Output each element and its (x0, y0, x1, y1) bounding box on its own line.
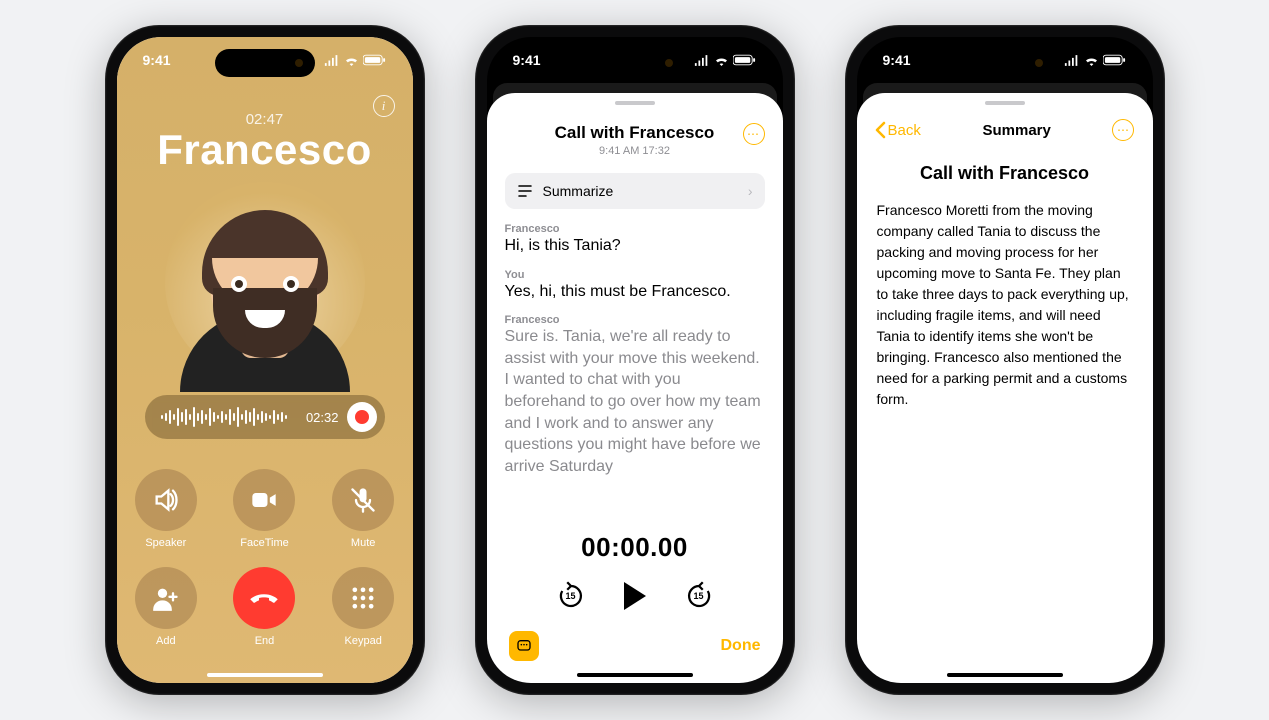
done-button[interactable]: Done (721, 637, 761, 655)
keypad-icon (349, 584, 377, 612)
add-person-icon (152, 584, 180, 612)
add-label: Add (156, 635, 176, 647)
keypad-button[interactable] (332, 567, 394, 629)
summary-title: Call with Francesco (875, 163, 1135, 184)
transcript-speaker: Francesco (505, 223, 765, 235)
audio-player: 00:00.00 15 15 (505, 532, 765, 617)
back-button[interactable]: Back (875, 121, 921, 139)
speaker-icon (152, 486, 180, 514)
status-time: 9:41 (513, 52, 541, 68)
transcript-text: Hi, is this Tania? (505, 235, 765, 257)
summarize-icon (517, 184, 533, 198)
facetime-button[interactable] (233, 469, 295, 531)
more-button[interactable]: ⋯ (1112, 119, 1134, 141)
transcript-speaker: Francesco (505, 314, 765, 326)
transcript-body[interactable]: FrancescoHi, is this Tania?YouYes, hi, t… (505, 223, 765, 489)
info-icon[interactable]: i (373, 95, 395, 117)
status-indicators (1064, 54, 1127, 66)
device-summary: 9:41 Back Summary ⋯ Call with Francesco … (845, 25, 1165, 695)
mute-button[interactable] (332, 469, 394, 531)
transcript-segment: YouYes, hi, this must be Francesco. (505, 269, 765, 303)
home-indicator[interactable] (577, 673, 693, 677)
transcript-sheet: Call with Francesco 9:41 AM 17:32 ⋯ Summ… (487, 93, 783, 683)
transcript-quote-button[interactable] (509, 631, 539, 661)
end-call-button[interactable] (233, 567, 295, 629)
video-icon (250, 486, 278, 514)
skip-forward-button[interactable]: 15 (684, 581, 714, 611)
transcript-segment: FrancescoSure is. Tania, we're all ready… (505, 314, 765, 477)
status-indicators (694, 54, 757, 66)
record-stop-button[interactable] (347, 402, 377, 432)
status-indicators (324, 54, 387, 66)
end-label: End (255, 635, 275, 647)
device-transcript: 9:41 Call with Francesco 9:41 AM 17:32 ⋯ (475, 25, 795, 695)
summarize-label: Summarize (543, 183, 614, 199)
skip-back-button[interactable]: 15 (556, 581, 586, 611)
dynamic-island (585, 49, 685, 77)
speaker-button[interactable] (135, 469, 197, 531)
device-call: 9:41 i 02:47 Francesco 02:32 (105, 25, 425, 695)
chevron-left-icon (875, 121, 886, 139)
mute-label: Mute (351, 537, 375, 549)
sheet-grabber[interactable] (985, 101, 1025, 105)
status-time: 9:41 (143, 52, 171, 68)
sheet-grabber[interactable] (615, 101, 655, 105)
speaker-label: Speaker (145, 537, 186, 549)
transcript-subtitle: 9:41 AM 17:32 (527, 145, 743, 157)
summary-header: Summary (982, 122, 1050, 139)
quote-icon (516, 638, 532, 654)
transcript-text: Yes, hi, this must be Francesco. (505, 281, 765, 303)
summary-sheet: Back Summary ⋯ Call with Francesco Franc… (857, 93, 1153, 683)
player-time: 00:00.00 (505, 532, 765, 563)
facetime-label: FaceTime (240, 537, 289, 549)
caller-avatar (165, 182, 365, 382)
add-button[interactable] (135, 567, 197, 629)
transcript-title: Call with Francesco (527, 123, 743, 143)
status-time: 9:41 (883, 52, 911, 68)
transcript-speaker: You (505, 269, 765, 281)
chevron-right-icon: › (748, 183, 753, 199)
summarize-button[interactable]: Summarize › (505, 173, 765, 209)
recording-time: 02:32 (306, 410, 339, 425)
dynamic-island (955, 49, 1055, 77)
back-label: Back (888, 122, 921, 139)
play-button[interactable] (624, 582, 646, 610)
more-button[interactable]: ⋯ (743, 123, 765, 145)
transcript-segment: FrancescoHi, is this Tania? (505, 223, 765, 257)
phone-down-icon (249, 583, 279, 613)
call-screen: i 02:47 Francesco 02:32 Speaker (117, 37, 413, 683)
home-indicator[interactable] (207, 673, 323, 677)
call-duration: 02:47 (246, 111, 284, 128)
mute-icon (349, 486, 377, 514)
dynamic-island (215, 49, 315, 77)
keypad-label: Keypad (345, 635, 382, 647)
summary-body: Francesco Moretti from the moving compan… (875, 200, 1135, 410)
recording-pill[interactable]: 02:32 (145, 395, 385, 439)
waveform-icon (161, 407, 298, 427)
caller-name: Francesco (157, 126, 372, 174)
transcript-text: Sure is. Tania, we're all ready to assis… (505, 326, 765, 477)
home-indicator[interactable] (947, 673, 1063, 677)
